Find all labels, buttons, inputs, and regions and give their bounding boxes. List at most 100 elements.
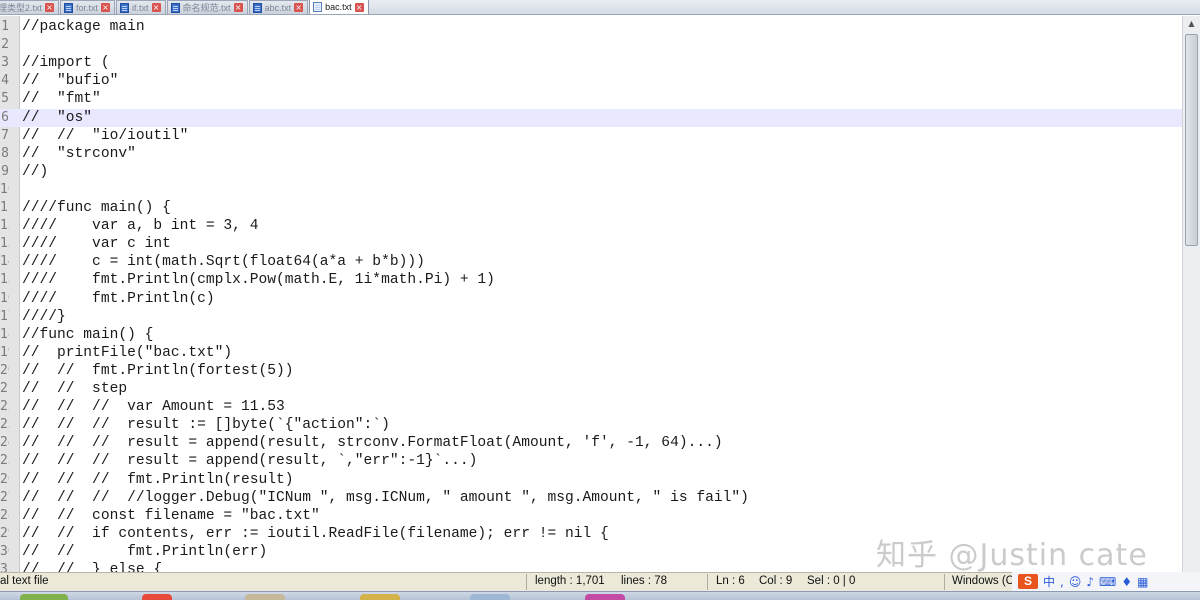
document-icon [64, 2, 74, 13]
code-line[interactable]: 22 // // // var Amount = 11.53 [0, 398, 1182, 416]
code-line[interactable]: 26 // // // fmt.Println(result) [0, 471, 1182, 489]
taskbar-button[interactable] [470, 594, 510, 600]
code-text[interactable]: // // // result = append(result, strconv… [22, 434, 723, 452]
code-text[interactable]: //import ( [22, 54, 110, 72]
code-text[interactable]: ////func main() { [22, 199, 171, 217]
code-line[interactable]: 15 //// fmt.Println(cmplx.Pow(math.E, 1i*… [0, 271, 1182, 289]
code-line[interactable]: 11 ////func main() { [0, 199, 1182, 217]
text-editor[interactable]: 1//package main 2 3 //import ( 4 // "bufio" 5 /… [0, 16, 1182, 572]
code-text[interactable]: // "fmt" [22, 90, 101, 108]
document-tab[interactable]: for.txt × [60, 0, 116, 14]
emoji-icon[interactable]: ☺ [1069, 575, 1082, 589]
code-text[interactable]: //func main() { [22, 326, 153, 344]
close-tab-icon[interactable]: × [101, 3, 111, 12]
code-line[interactable]: 17 ////} [0, 308, 1182, 326]
taskbar-button[interactable] [142, 594, 172, 600]
code-line[interactable]: 5 // "fmt" [0, 90, 1182, 108]
taskbar-button[interactable] [360, 594, 400, 600]
keyboard-icon[interactable]: ⌨ [1099, 575, 1116, 589]
code-line[interactable]: 19 // printFile("bac.txt") [0, 344, 1182, 362]
code-text[interactable]: //// var a, b int = 3, 4 [22, 217, 258, 235]
code-line[interactable]: 23 // // // result := []byte(`{"action":`… [0, 416, 1182, 434]
close-tab-icon[interactable]: × [151, 3, 161, 12]
vertical-scrollbar[interactable]: ▲ [1182, 16, 1200, 572]
line-number: 4 [1, 73, 9, 89]
code-text[interactable]: // "strconv" [22, 145, 136, 163]
code-line[interactable]: 28 // // const filename = "bac.txt" [0, 507, 1182, 525]
code-text[interactable]: //) [22, 163, 48, 181]
code-line[interactable]: 18 //func main() { [0, 326, 1182, 344]
code-text[interactable]: // "bufio" [22, 72, 118, 90]
code-text[interactable]: // // fmt.Println(fortest(5)) [22, 362, 294, 380]
code-text[interactable]: //// fmt.Println(c) [22, 290, 215, 308]
ime-language-toggle[interactable]: 中 [1043, 573, 1055, 590]
line-number: 24 [0, 435, 9, 451]
code-text[interactable]: // // const filename = "bac.txt" [22, 507, 320, 525]
code-line[interactable]: 13 //// var c int [0, 235, 1182, 253]
code-line[interactable]: 20 // // fmt.Println(fortest(5)) [0, 362, 1182, 380]
code-text[interactable]: // "os" [22, 109, 92, 127]
code-text[interactable]: // // fmt.Println(err) [22, 543, 267, 561]
microphone-icon[interactable]: ♪ [1086, 575, 1094, 589]
code-text[interactable]: // printFile("bac.txt") [22, 344, 232, 362]
document-tab[interactable]: abc.txt × [248, 0, 309, 14]
document-tab[interactable]: if.txt × [116, 0, 166, 14]
sogou-ime-icon[interactable]: S [1018, 574, 1038, 589]
code-line[interactable]: 16 //// fmt.Println(c) [0, 290, 1182, 308]
code-line[interactable]: 6 // "os" [0, 108, 1182, 127]
document-tab[interactable]: 命名规范.txt × [166, 0, 248, 14]
document-tab[interactable]: bac.txt × [309, 0, 369, 14]
code-text[interactable]: //// var c int [22, 235, 171, 253]
close-tab-icon[interactable]: × [233, 3, 243, 12]
code-line[interactable]: 25 // // // result = append(result, `,"er… [0, 452, 1182, 470]
close-tab-icon[interactable]: × [45, 3, 55, 12]
tab-label: 命名规范.txt [182, 3, 231, 13]
shirt-icon[interactable]: ♦ [1121, 575, 1132, 589]
tab-label: for.txt [76, 2, 99, 13]
code-text[interactable]: // // // result = append(result, `,"err"… [22, 452, 477, 470]
code-line[interactable]: 3 //import ( [0, 54, 1182, 72]
status-eol-format[interactable]: Windows (C [952, 575, 1014, 587]
close-tab-icon[interactable]: × [354, 2, 364, 12]
code-text[interactable]: //// c = int(math.Sqrt(float64(a*a + b*b… [22, 253, 425, 271]
scroll-up-arrow-icon[interactable]: ▲ [1183, 16, 1200, 32]
grid-icon[interactable]: ▦ [1137, 575, 1148, 589]
line-number: 5 [1, 91, 9, 107]
code-line[interactable]: 2 [0, 36, 1182, 54]
code-line[interactable]: 1 //package main [0, 18, 1182, 36]
code-line[interactable]: 24 // // // result = append(result, strco… [0, 434, 1182, 452]
code-line[interactable]: 21 // // step [0, 380, 1182, 398]
code-line[interactable]: 14 //// c = int(math.Sqrt(float64(a*a + b… [0, 253, 1182, 271]
code-text[interactable]: // // // result := []byte(`{"action":`) [22, 416, 390, 434]
taskbar-button[interactable] [20, 594, 68, 600]
punctuation-icon[interactable]: , [1060, 575, 1064, 589]
code-text[interactable]: // // // //logger.Debug("ICNum ", msg.IC… [22, 489, 749, 507]
line-number: 3 [1, 55, 9, 71]
document-tab[interactable]: 理类型2.txt × [0, 0, 60, 14]
line-number: 7 [1, 127, 9, 143]
code-text[interactable]: // // step [22, 380, 127, 398]
code-text[interactable]: ////} [22, 308, 66, 326]
code-text[interactable]: // // if contents, err := ioutil.ReadFil… [22, 525, 609, 543]
code-text[interactable]: // // // fmt.Println(result) [22, 471, 294, 489]
close-tab-icon[interactable]: × [294, 3, 304, 12]
code-text[interactable]: // // "io/ioutil" [22, 127, 188, 145]
code-line[interactable]: 8 // "strconv" [0, 145, 1182, 163]
code-line[interactable]: 7 // // "io/ioutil" [0, 127, 1182, 145]
status-length: length : 1,701 [535, 575, 605, 587]
code-text[interactable]: //// fmt.Println(cmplx.Pow(math.E, 1i*ma… [22, 271, 495, 289]
line-number: 14 [0, 254, 9, 270]
status-file-type: al text file [0, 575, 49, 587]
line-number: 30 [0, 543, 9, 559]
code-line[interactable]: 27 // // // //logger.Debug("ICNum ", msg.… [0, 489, 1182, 507]
code-line[interactable]: 12 //// var a, b int = 3, 4 [0, 217, 1182, 235]
code-line[interactable]: 10 [0, 181, 1182, 199]
code-line[interactable]: 4 // "bufio" [0, 72, 1182, 90]
code-line[interactable]: 9 //) [0, 163, 1182, 181]
code-text[interactable]: //package main [22, 18, 145, 36]
code-text[interactable]: // // // var Amount = 11.53 [22, 398, 285, 416]
taskbar-button[interactable] [585, 594, 625, 600]
taskbar-button[interactable] [245, 594, 285, 600]
scrollbar-thumb[interactable] [1185, 34, 1198, 246]
code-text[interactable]: // // } else { [22, 561, 162, 572]
